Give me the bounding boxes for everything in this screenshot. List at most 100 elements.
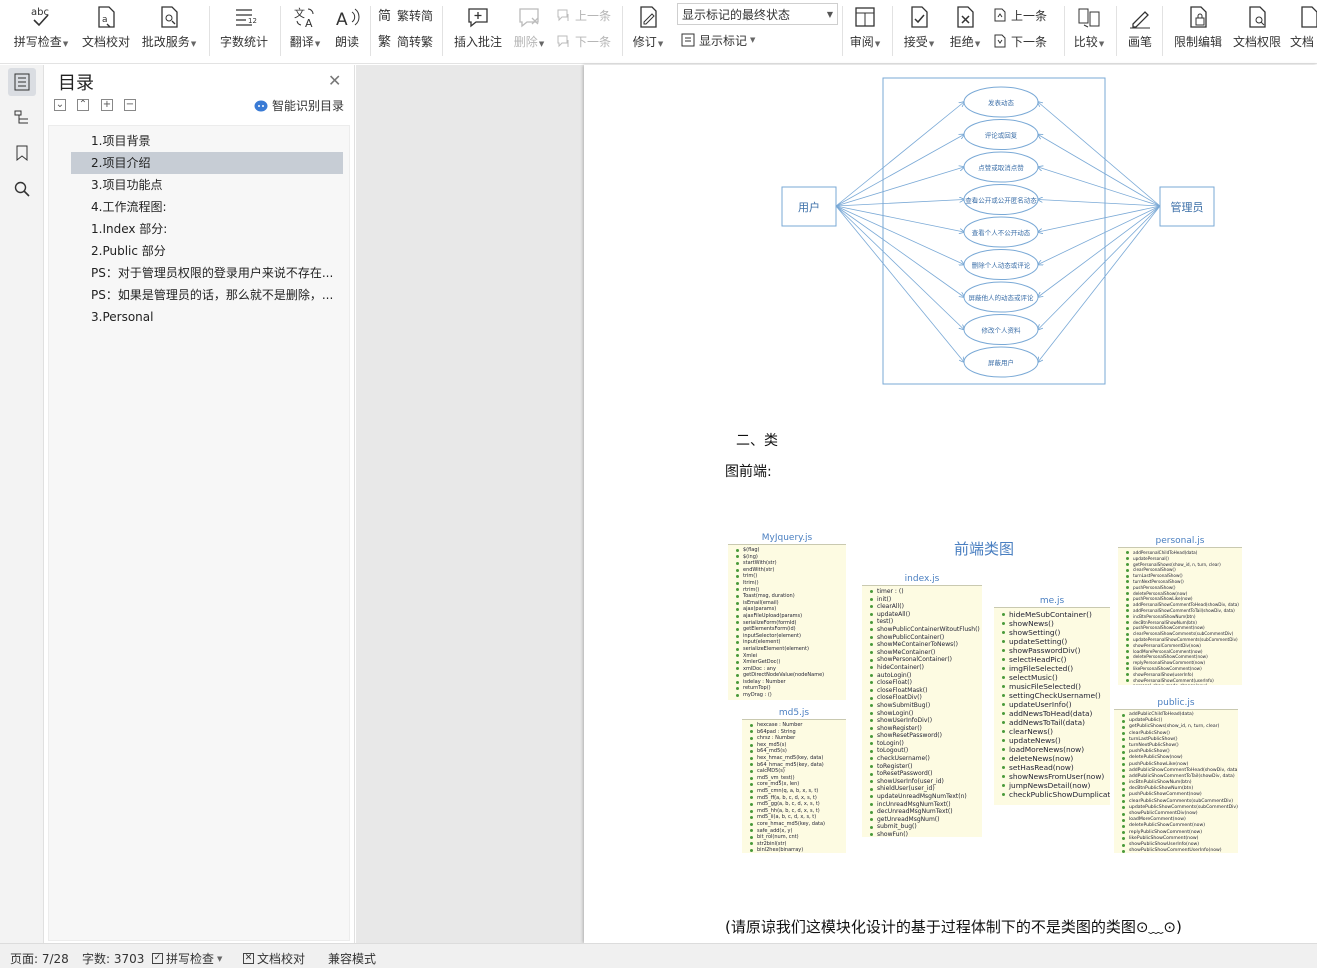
toc-rail-button[interactable] — [8, 68, 36, 96]
member-dot-icon — [736, 621, 739, 625]
toc-item[interactable]: 3.Personal — [71, 306, 343, 328]
prev-comment-icon — [557, 9, 569, 22]
translate-icon: 文A — [294, 6, 314, 30]
toc-item[interactable]: PS：如果是管理员的话，那么就不是删除，... — [71, 284, 343, 306]
toc-item[interactable]: 2.项目介绍 — [71, 152, 343, 174]
toc-item[interactable]: PS：对于管理员权限的登录用户来说不存在... — [71, 262, 343, 284]
toc-item[interactable]: 1.项目背景 — [71, 130, 343, 152]
member-dot-icon — [1126, 580, 1129, 584]
markup-state-select[interactable]: 显示标记的最终状态 ▼ — [677, 3, 838, 25]
bookmark-rail-button[interactable] — [8, 139, 36, 167]
class-member: showSetting() — [998, 628, 1108, 637]
class-member: updateNews() — [998, 736, 1108, 745]
next-comment-button[interactable]: 下一条 — [556, 31, 611, 51]
member-dot-icon — [1126, 557, 1129, 561]
class-member: imgFileSelected() — [998, 664, 1108, 673]
show-markup-icon — [681, 33, 695, 47]
class-diagram-title: 前端类图 — [954, 540, 1015, 558]
class-member: checkPublicShowDumplicate() — [998, 790, 1110, 799]
class-member: toRegister() — [866, 763, 980, 771]
status-spellcheck-button[interactable]: ✓ 拼写检查 ▼ — [152, 950, 222, 967]
simp-to-trad-button[interactable]: 繁 简转繁 — [378, 31, 433, 51]
smart-toc-button[interactable]: 智能识别目录 — [254, 97, 344, 114]
class-member: md5_ff(a, b, c, d, x, s, t) — [746, 795, 844, 802]
document-page[interactable]: 发表动态 评论或回复 点赞或取消点赞 查看公开或公开匿名动态 查看个人不公开动态 删除个人… — [584, 65, 1317, 943]
toc-item[interactable]: 1.Index 部分: — [71, 218, 343, 240]
svg-text:A: A — [305, 17, 313, 30]
class-member: b64pad : String — [746, 729, 844, 736]
class-member-text: deleteNews(now) — [1009, 754, 1074, 763]
member-dot-icon — [870, 613, 873, 617]
word-count-indicator[interactable]: 字数: 3703 — [82, 950, 144, 967]
page-indicator[interactable]: 页面: 7/28 — [10, 950, 69, 967]
show-markup-button[interactable]: 显示标记 ▼ — [680, 30, 755, 50]
member-dot-icon — [736, 614, 739, 618]
class-member: getDirectNodeValue(nodeName) — [732, 672, 844, 679]
class-member-text: XmlerGetDoc() — [743, 659, 781, 666]
usecase-diagram: 发表动态评论或回复点赞或取消点赞查看公开或公开匿名动态查看个人不公开动态删除个人… — [781, 77, 1215, 385]
usecase-label: 发表动态 — [988, 98, 1015, 107]
prev-change-button[interactable]: 上一条 — [992, 5, 1047, 25]
class-member: rtrim() — [732, 587, 844, 594]
collapse-down-icon[interactable]: ⌄ — [54, 99, 66, 111]
compare-button[interactable]: 比较▼ — [1070, 4, 1108, 54]
class-member-text: b64pad : String — [757, 728, 796, 735]
class-member: Toast(msg, duration) — [732, 593, 844, 600]
reject-button[interactable]: 拒绝▼ — [946, 4, 984, 54]
class-member: md5_cmn(q, a, b, x, s, t) — [746, 788, 844, 795]
member-dot-icon — [1002, 739, 1005, 742]
class-member-text: showSubmitBug() — [877, 701, 931, 709]
class-member: ltrim() — [732, 580, 844, 587]
next-change-button[interactable]: 下一条 — [992, 31, 1047, 51]
class-member-text: xmlDoc : any — [743, 665, 776, 672]
toc-item[interactable]: 3.项目功能点 — [71, 174, 343, 196]
search-rail-button[interactable] — [8, 175, 36, 203]
trad-to-simp-button[interactable]: 简 繁转简 — [378, 5, 433, 25]
member-dot-icon — [736, 627, 739, 631]
doc-proof-button[interactable]: a 文档校对 — [80, 4, 132, 54]
spellcheck-button[interactable]: abc 拼写检查▼ — [10, 4, 72, 54]
accept-button[interactable]: 接受▼ — [900, 4, 938, 54]
word-count-button[interactable]: 123 字数统计 — [216, 4, 272, 54]
doc-proof-icon: a — [98, 6, 115, 28]
insert-comment-button[interactable]: 插入批注 — [450, 4, 506, 54]
class-member-text: safe_add(x, y) — [757, 827, 793, 834]
collapse-up-icon[interactable]: ⌃ — [77, 99, 89, 111]
class-body: timer : () init() clearAll() updateAll() tes… — [862, 585, 982, 837]
class-member-text: rtrim() — [743, 586, 760, 593]
class-member-text: serializeElement(element) — [743, 645, 809, 652]
restrict-edit-button[interactable]: 限制编辑 — [1170, 4, 1226, 54]
class-member-text: showPersonalContainer() — [877, 656, 953, 664]
review-service-button[interactable]: 批改服务▼ — [140, 4, 198, 54]
member-dot-icon — [1126, 603, 1129, 607]
review-pane-button[interactable]: 审阅▼ — [846, 4, 884, 54]
collapse-minus-icon[interactable]: − — [124, 99, 136, 111]
delete-comment-button[interactable]: 删除▼ — [510, 4, 548, 54]
doc-permission-button[interactable]: 文档权限 — [1230, 4, 1284, 54]
pen-button[interactable]: 画笔 — [1124, 4, 1156, 54]
member-dot-icon — [736, 608, 739, 612]
class-member-text: isEmail(email) — [743, 599, 779, 606]
class-member-text: Toast(msg, duration) — [743, 593, 795, 600]
toc-item[interactable]: 4.工作流程图: — [71, 196, 343, 218]
class-member-text: md5_ii(a, b, c, d, x, s, t) — [757, 814, 817, 821]
translate-button[interactable]: 文A 翻译▼ — [286, 4, 324, 54]
doc-more-button[interactable]: 文档 — [1290, 4, 1317, 54]
toc-item[interactable]: 2.Public 部分 — [71, 240, 343, 262]
simp-to-trad-icon: 繁 — [378, 34, 391, 49]
prev-comment-button[interactable]: 上一条 — [556, 5, 611, 25]
close-icon[interactable]: ✕ — [328, 71, 341, 90]
member-dot-icon — [1002, 613, 1005, 616]
review-pane-icon — [855, 7, 875, 27]
status-proof-button[interactable]: ✕ 文档校对 — [243, 950, 305, 967]
class-member: binl2hex(binarray) — [746, 847, 844, 853]
track-changes-button[interactable]: 修订▼ — [628, 4, 668, 54]
class-member: hideContainer() — [866, 664, 980, 672]
expand-plus-icon[interactable]: + — [101, 99, 113, 111]
chapter-rail-button[interactable] — [8, 103, 36, 131]
read-aloud-button[interactable]: A 朗读 — [330, 4, 364, 54]
member-dot-icon — [1126, 586, 1129, 590]
member-dot-icon — [870, 795, 873, 799]
class-member-text: showPasswordDiv() — [1009, 646, 1081, 655]
member-dot-icon — [1002, 649, 1005, 652]
